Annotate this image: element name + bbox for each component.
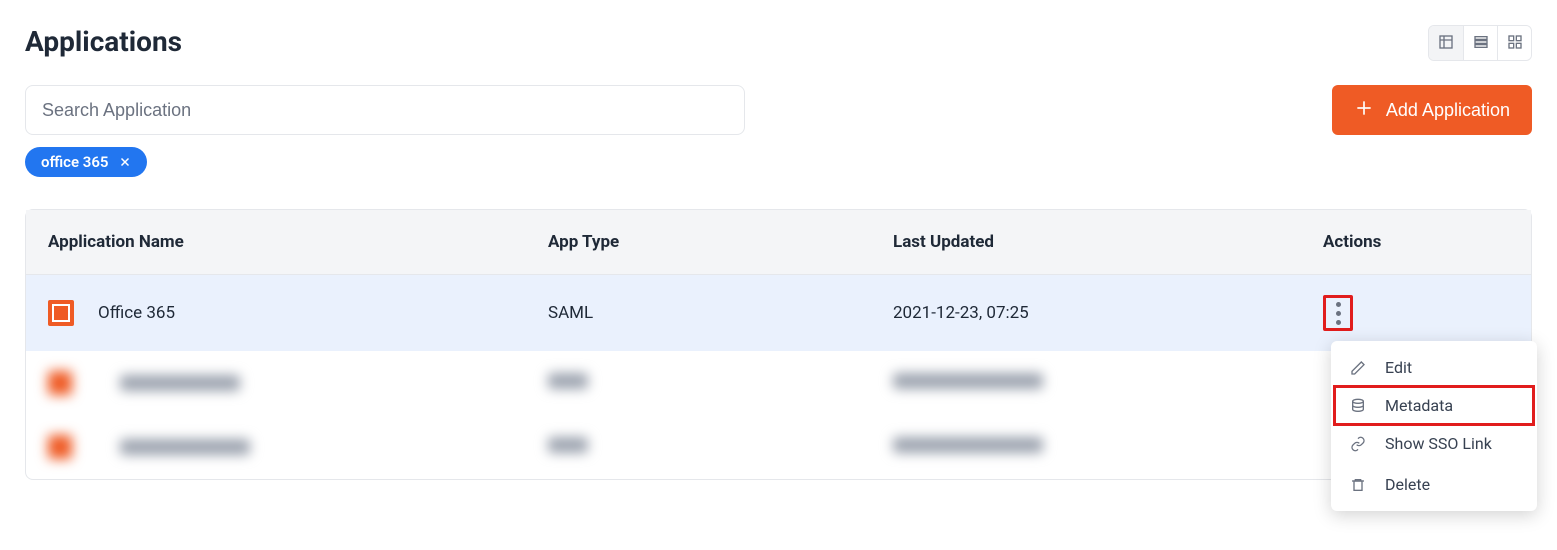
add-application-button[interactable]: Add Application [1332,85,1532,135]
table-row [26,351,1531,415]
view-grid-button[interactable] [1497,26,1531,60]
row-app-type: SAML [548,303,893,323]
row-actions-button[interactable] [1323,295,1353,331]
page-title: Applications [25,25,182,58]
row-app-name: Office 365 [98,303,175,323]
view-toggle [1428,25,1532,61]
view-list-button[interactable] [1463,26,1497,60]
menu-item-edit[interactable]: Edit [1331,347,1537,388]
menu-item-label: Edit [1385,358,1412,377]
pencil-icon [1349,359,1367,377]
menu-item-label: Show SSO Link [1385,434,1492,453]
view-table-button[interactable] [1429,26,1463,60]
row-last-updated: 2021-12-23, 07:25 [893,303,1323,323]
table-row [26,415,1531,479]
add-application-label: Add Application [1386,100,1510,121]
column-header-actions: Actions [1323,232,1509,252]
column-header-type: App Type [548,232,893,252]
table-header: Application Name App Type Last Updated A… [26,210,1531,275]
close-icon[interactable] [119,156,131,168]
filter-chip[interactable]: office 365 [25,147,147,177]
table-row[interactable]: Office 365 SAML 2021-12-23, 07:25 [26,275,1531,351]
plus-icon [1354,98,1374,123]
menu-item-label: Metadata [1385,396,1453,415]
applications-table: Application Name App Type Last Updated A… [25,209,1532,480]
search-input[interactable] [25,85,745,135]
filter-chip-label: office 365 [41,153,109,171]
column-header-name: Application Name [48,232,548,252]
list-icon [1473,34,1489,53]
office-365-icon [48,300,74,326]
menu-item-delete[interactable]: Delete [1331,464,1537,505]
grid-icon [1507,34,1523,53]
link-icon [1349,435,1367,453]
menu-item-metadata[interactable]: Metadata [1333,385,1535,426]
actions-menu: Edit Metadata Show SSO Link Delete [1331,341,1537,511]
more-vertical-icon [1336,302,1341,325]
menu-item-show-sso[interactable]: Show SSO Link [1331,423,1537,464]
menu-item-label: Delete [1385,475,1430,494]
database-icon [1349,397,1367,415]
trash-icon [1349,476,1367,494]
table-layout-icon [1438,34,1454,53]
column-header-updated: Last Updated [893,232,1323,252]
